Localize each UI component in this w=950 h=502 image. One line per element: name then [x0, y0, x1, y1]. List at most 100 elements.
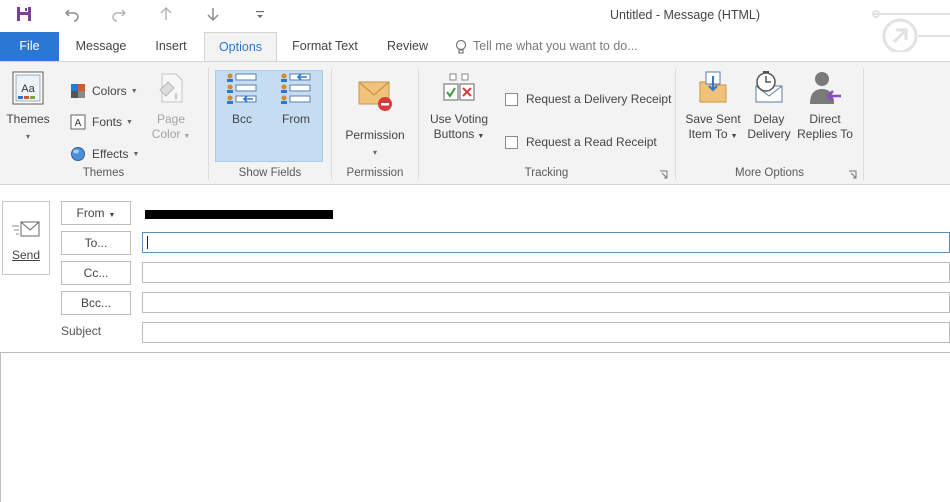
colors-icon	[71, 84, 85, 98]
fonts-label: Fonts	[92, 115, 123, 129]
cc-input[interactable]	[142, 262, 950, 283]
delay-delivery-button[interactable]: Delay Delivery	[742, 70, 796, 142]
permission-label: Permission	[345, 128, 405, 142]
previous-item-icon[interactable]	[152, 2, 180, 26]
window-title: Untitled - Message (HTML)	[609, 8, 761, 22]
dialog-launcher-icon[interactable]	[659, 170, 668, 179]
voting-buttons-icon	[443, 73, 475, 101]
delay-delivery-icon	[755, 71, 783, 103]
use-voting-buttons-button[interactable]: Use Voting Buttons ▼	[427, 70, 491, 144]
from-icon	[281, 73, 311, 104]
delay-label: Delay	[753, 112, 785, 126]
read-receipt-checkbox[interactable]: Request a Read Receipt	[505, 133, 657, 151]
bcc-field-button[interactable]: Bcc...	[61, 291, 131, 315]
delay-label-2: Delivery	[747, 127, 791, 141]
tell-me-search[interactable]: Tell me what you want to do...	[455, 32, 638, 61]
tab-options[interactable]: Options	[204, 32, 277, 62]
show-fields-group-label: Show Fields	[238, 167, 302, 179]
to-label: To...	[84, 236, 108, 250]
direct-label-2: Replies To	[797, 127, 853, 141]
themes-group: Aa Themes ▾ Colors ▼ A Fonts ▼ Effects ▼	[0, 66, 207, 182]
bcc-button[interactable]: Bcc	[219, 70, 265, 127]
title-bar: Untitled - Message (HTML)	[0, 0, 950, 52]
cc-button[interactable]: Cc...	[61, 261, 131, 285]
themes-label: Themes	[6, 112, 50, 126]
dialog-launcher-icon[interactable]	[848, 170, 857, 179]
direct-replies-to-button[interactable]: Direct Replies To	[796, 70, 854, 142]
permission-group: Permission ▾ Permission	[334, 66, 416, 182]
chevron-down-icon: ▼	[132, 150, 140, 158]
message-body[interactable]	[0, 352, 950, 502]
group-divider	[863, 68, 864, 180]
bcc-icon	[227, 73, 257, 104]
delivery-receipt-checkbox[interactable]: Request a Delivery Receipt	[505, 90, 671, 108]
more-options-group: Save Sent Item To ▼ Delay Delivery Direct…	[678, 66, 861, 182]
lightbulb-icon	[455, 39, 467, 54]
from-field-button[interactable]: From ▼	[61, 201, 131, 225]
colors-label: Colors	[92, 84, 127, 98]
themes-group-label: Themes	[82, 167, 125, 179]
chevron-down-icon: ▼	[183, 133, 191, 140]
save-sent-folder-icon	[699, 71, 727, 103]
from-button[interactable]: From	[273, 70, 319, 127]
save-sent-label-2: Item To	[688, 127, 728, 141]
effects-icon	[71, 147, 85, 161]
permission-group-label: Permission	[346, 167, 404, 179]
tab-insert[interactable]: Insert	[143, 32, 199, 61]
chevron-down-icon: ▼	[477, 133, 485, 140]
chevron-down-icon: ▼	[126, 118, 133, 126]
more-options-group-label: More Options	[734, 167, 805, 179]
tab-file[interactable]: File	[0, 32, 59, 61]
group-divider	[331, 68, 332, 180]
tab-format-text[interactable]: Format Text	[285, 32, 365, 61]
chevron-down-icon: ▼	[730, 133, 738, 140]
permission-icon	[358, 81, 392, 111]
colors-button[interactable]: Colors ▼	[70, 80, 138, 102]
checkbox-box[interactable]	[505, 135, 518, 149]
themes-icon: Aa	[12, 71, 44, 105]
show-fields-group: Bcc From Show Fields	[211, 66, 329, 182]
to-input[interactable]	[142, 232, 950, 253]
svg-text:A: A	[75, 118, 82, 129]
themes-button[interactable]: Aa Themes ▾	[4, 70, 52, 144]
tracking-group: Use Voting Buttons ▼ Request a Delivery R…	[421, 66, 672, 182]
read-receipt-label: Request a Read Receipt	[526, 135, 657, 149]
page-color-icon	[159, 73, 183, 103]
bcc-label: Bcc	[231, 112, 252, 126]
chevron-down-icon: ▾	[25, 132, 30, 141]
send-label: Send	[11, 248, 41, 262]
group-divider	[675, 68, 676, 180]
effects-button[interactable]: Effects ▼	[70, 143, 139, 165]
save-icon[interactable]	[10, 2, 38, 26]
page-color-label-2: Color	[151, 127, 181, 141]
from-field-label: From	[76, 206, 105, 220]
tab-review[interactable]: Review	[380, 32, 435, 61]
to-button[interactable]: To...	[61, 231, 131, 255]
save-sent-item-to-button[interactable]: Save Sent Item To ▼	[684, 70, 742, 144]
redo-icon[interactable]	[105, 2, 133, 26]
voting-label-2: Buttons	[433, 127, 475, 141]
undo-icon[interactable]	[58, 2, 86, 26]
save-sent-label: Save Sent	[685, 112, 741, 126]
delivery-receipt-label: Request a Delivery Receipt	[526, 92, 672, 106]
fonts-button[interactable]: A Fonts ▼	[70, 111, 133, 133]
permission-button[interactable]: Permission ▾	[340, 74, 410, 160]
send-envelope-icon	[12, 221, 40, 237]
bcc-input[interactable]	[142, 292, 950, 313]
subject-label: Subject	[61, 324, 102, 338]
tab-message[interactable]: Message	[67, 32, 135, 61]
voting-label: Use Voting	[429, 112, 489, 126]
send-button[interactable]: Send	[2, 201, 50, 275]
page-color-label: Page	[156, 112, 186, 126]
page-color-button[interactable]: Page Color ▼	[146, 70, 196, 144]
group-divider	[208, 68, 209, 180]
next-item-icon[interactable]	[199, 2, 227, 26]
subject-input[interactable]	[142, 322, 950, 343]
checkbox-box[interactable]	[505, 92, 518, 106]
tracking-group-label: Tracking	[524, 167, 569, 179]
direct-label: Direct	[809, 112, 841, 126]
chevron-down-icon: ▾	[372, 148, 377, 157]
chevron-down-icon: ▼	[108, 212, 116, 219]
customize-qat-icon[interactable]	[246, 2, 274, 26]
ribbon-tabs: File Message Insert Options Format Text …	[0, 32, 950, 62]
